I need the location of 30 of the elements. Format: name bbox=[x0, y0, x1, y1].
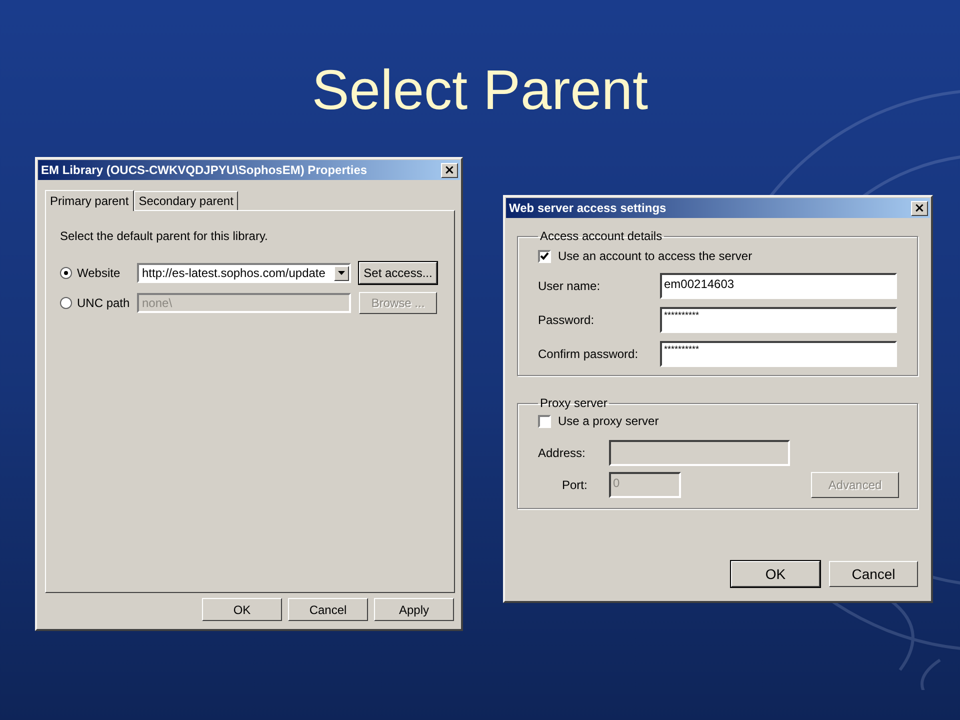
instruction-text: Select the default parent for this library. bbox=[60, 229, 269, 243]
dialog-button[interactable]: Apply bbox=[374, 598, 454, 621]
field-label: Address: bbox=[538, 446, 586, 460]
tab[interactable]: Primary parent bbox=[45, 190, 134, 211]
url-dropdown[interactable]: http://es-latest.sophos.com/update bbox=[137, 263, 351, 283]
checkbox[interactable] bbox=[538, 250, 551, 262]
window-title: EM Library (OUCS-CWKVQDJPYU\SophosEM) Properties bbox=[41, 163, 368, 177]
group-title: Access account details bbox=[539, 229, 664, 243]
tab[interactable]: Secondary parent bbox=[134, 191, 238, 210]
check-mark-icon bbox=[540, 252, 549, 260]
window-title: Web server access settings bbox=[509, 201, 666, 215]
close-button[interactable]: × bbox=[911, 200, 928, 216]
input-field[interactable]: em00214603 bbox=[660, 273, 897, 299]
dialog-button[interactable]: OK bbox=[731, 561, 820, 587]
input-field[interactable]: ********** bbox=[660, 307, 897, 333]
field-label: User name: bbox=[538, 279, 602, 293]
field-label: Password: bbox=[538, 313, 596, 327]
input-field[interactable]: ********** bbox=[660, 341, 897, 367]
dialog-button[interactable]: OK bbox=[202, 598, 282, 621]
field-label: Port: bbox=[561, 478, 588, 492]
radio-option[interactable]: Website bbox=[60, 266, 137, 280]
dialog-button[interactable]: Cancel bbox=[288, 598, 368, 621]
field-label: Confirm password: bbox=[538, 347, 640, 361]
group-title: Proxy server bbox=[539, 396, 608, 410]
option-button[interactable]: Set access... bbox=[359, 262, 437, 284]
radio-button[interactable] bbox=[60, 267, 72, 279]
dialog-button[interactable]: Cancel bbox=[829, 561, 918, 587]
checkbox-option[interactable]: Use an account to access the server bbox=[538, 249, 899, 263]
close-button[interactable]: × bbox=[441, 162, 458, 178]
slide-title: Select Parent bbox=[312, 58, 648, 122]
